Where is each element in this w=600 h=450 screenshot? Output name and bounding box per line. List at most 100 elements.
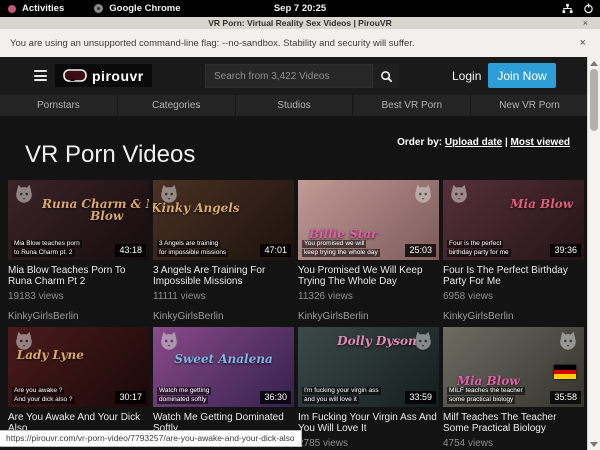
scrollbar-thumb[interactable] [590,69,598,131]
thumbnail-caption-line: keep trying the whole day [302,249,380,257]
video-card[interactable]: Mia Blow Four is the perfect birthday pa… [443,180,584,327]
thumbnail-overlay-title: Billie Star [298,228,414,240]
thumbnail-captions: I'm fucking your virgin ass and you will… [302,387,381,404]
video-views: 11111 views [153,291,294,302]
video-studio-link[interactable]: KinkyGirlsBerlin [298,311,439,322]
nav-item-new-vr-porn[interactable]: New VR Porn [471,95,588,116]
nav-item-categories[interactable]: Categories [118,95,236,116]
thumbnail-caption-line: Watch me getting [157,387,211,395]
browser-tab-title[interactable]: VR Porn: Virtual Reality Sex Videos | Pi… [208,18,391,28]
video-title-link[interactable]: Four Is The Perfect Birthday Party For M… [443,265,584,287]
sort-upload-date-link[interactable]: Upload date [445,137,502,148]
nav-item-pornstars[interactable]: Pornstars [0,95,118,116]
video-views: 4754 views [443,438,584,449]
duration-badge: 30:17 [115,391,146,404]
video-grid: Runa Charm & Mia Blow Mia Blow teaches p… [8,180,584,450]
thumbnail-caption-line: for impossible missions [157,249,228,257]
thumbnail-captions: Watch me getting dominated softly [157,387,211,404]
video-views: 11326 views [298,291,439,302]
scroll-up-arrow-icon[interactable] [590,59,598,67]
nav-item-studios[interactable]: Studios [236,95,354,116]
thumbnail-captions: Four is the perfect birthday party for m… [447,240,511,257]
thumbnail-overlay-title: Kinky Angels [153,202,266,214]
thumbnail-overlay-title: Lady Lyne [8,349,121,361]
search-input[interactable] [205,64,373,88]
video-thumbnail[interactable]: Mia Blow Four is the perfect birthday pa… [443,180,584,260]
search-button[interactable] [373,64,399,88]
video-views: 2785 views [298,438,439,449]
duration-badge: 33:59 [405,391,436,404]
video-thumbnail[interactable]: Sweet Analena Watch me getting dominated… [153,327,294,407]
sort-most-viewed-link[interactable]: Most viewed [511,137,570,148]
system-top-bar: Activities Google Chrome Sep 7 20:25 [0,0,600,17]
video-thumbnail[interactable]: Lady Lyne Are you awake ? And your dick … [8,327,149,407]
video-thumbnail[interactable]: Mia Blow MILF teaches the teacher some p… [443,327,584,407]
video-card[interactable]: Kinky Angels 3 Angels are training for i… [153,180,294,327]
video-title-link[interactable]: Mia Blow Teaches Porn To Runa Charm Pt 2 [8,265,149,287]
thumbnail-overlay-title: Mia Blow [443,375,559,387]
hamburger-menu-icon[interactable] [34,70,47,81]
video-card[interactable]: Mia Blow MILF teaches the teacher some p… [443,327,584,450]
login-link[interactable]: Login [452,69,481,83]
thumbnail-caption-line: And your dick also ? [12,396,75,404]
video-title-link[interactable]: Im Fucking Your Virgin Ass And You Will … [298,412,439,434]
thumbnail-captions: MILF teaches the teacher some practical … [447,387,525,404]
tab-close-icon[interactable]: × [583,18,588,28]
duration-badge: 43:18 [115,244,146,257]
thumbnail-caption-line: some practical biology [447,396,515,404]
video-studio-link[interactable]: KinkyGirlsBerlin [153,311,294,322]
duration-badge: 39:36 [550,244,581,257]
site-logo-text: pirouvr [92,68,144,84]
video-card[interactable]: Billie Star You promised we will keep tr… [298,180,439,327]
power-icon[interactable] [583,3,594,14]
video-thumbnail[interactable]: Billie Star You promised we will keep tr… [298,180,439,260]
vr-goggles-icon [63,69,87,82]
status-bar-url: https://pirouvr.com/vr-porn-video/779325… [0,430,302,447]
video-title-link[interactable]: Milf Teaches The Teacher Some Practical … [443,412,584,434]
thumbnail-caption-line: Four is the perfect [447,240,503,248]
video-thumbnail[interactable]: Dolly Dyson I'm fucking your virgin ass … [298,327,439,407]
thumbnail-captions: 3 Angels are training for impossible mis… [157,240,228,257]
video-views: 6958 views [443,291,584,302]
join-now-button[interactable]: Join Now [488,63,556,88]
duration-badge: 25:03 [405,244,436,257]
order-by-label: Order by: [397,137,442,148]
video-studio-link[interactable]: KinkyGirlsBerlin [8,311,149,322]
screen: Activities Google Chrome Sep 7 20:25 VR … [0,0,600,450]
warning-text: You are using an unsupported command-lin… [0,38,415,49]
scroll-down-arrow-icon[interactable] [590,440,598,448]
clock[interactable]: Sep 7 20:25 [0,3,600,14]
video-card[interactable]: Runa Charm & Mia Blow Mia Blow teaches p… [8,180,149,327]
thumbnail-caption-line: MILF teaches the teacher [447,387,525,395]
duration-badge: 36:30 [260,391,291,404]
video-thumbnail[interactable]: Kinky Angels 3 Angels are training for i… [153,180,294,260]
thumbnail-captions: You promised we will keep trying the who… [302,240,380,257]
page-title: VR Porn Videos [25,141,195,169]
thumbnail-caption-line: 3 Angels are training [157,240,220,248]
thumbnail-captions: Are you awake ? And your dick also ? [12,387,75,404]
studio-cat-mask-logo-icon [557,330,579,352]
sandbox-warning-bar: You are using an unsupported command-lin… [0,29,600,58]
thumbnail-overlay-title: Runa Charm & Mia Blow [36,198,149,222]
browser-tab-strip: VR Porn: Virtual Reality Sex Videos | Pi… [0,17,600,29]
video-title-link[interactable]: You Promised We Will Keep Trying The Who… [298,265,439,287]
video-card[interactable]: Dolly Dyson I'm fucking your virgin ass … [298,327,439,450]
warning-close-icon[interactable]: × [580,37,586,49]
video-title-link[interactable]: 3 Angels Are Training For Impossible Mis… [153,265,294,287]
thumbnail-caption-line: to Runa Charm pt. 2 [12,249,75,257]
network-icon[interactable] [562,3,573,14]
studio-cat-mask-logo-icon [158,330,180,352]
duration-badge: 35:58 [550,391,581,404]
order-by-control: Order by: Upload date | Most viewed [397,137,570,148]
video-studio-link[interactable]: KinkyGirlsBerlin [443,311,584,322]
german-flag-icon [554,365,576,379]
site-header: pirouvr Login Join Now [0,57,588,95]
nav-item-best-vr-porn[interactable]: Best VR Porn [353,95,471,116]
thumbnail-caption-line: You promised we will [302,240,366,248]
studio-cat-mask-logo-icon [412,183,434,205]
thumbnail-overlay-title: Mia Blow [471,198,584,210]
page-scrollbar[interactable] [587,57,600,450]
video-thumbnail[interactable]: Runa Charm & Mia Blow Mia Blow teaches p… [8,180,149,260]
thumbnail-overlay-title: Dolly Dyson [306,335,439,347]
site-logo[interactable]: pirouvr [55,64,152,87]
